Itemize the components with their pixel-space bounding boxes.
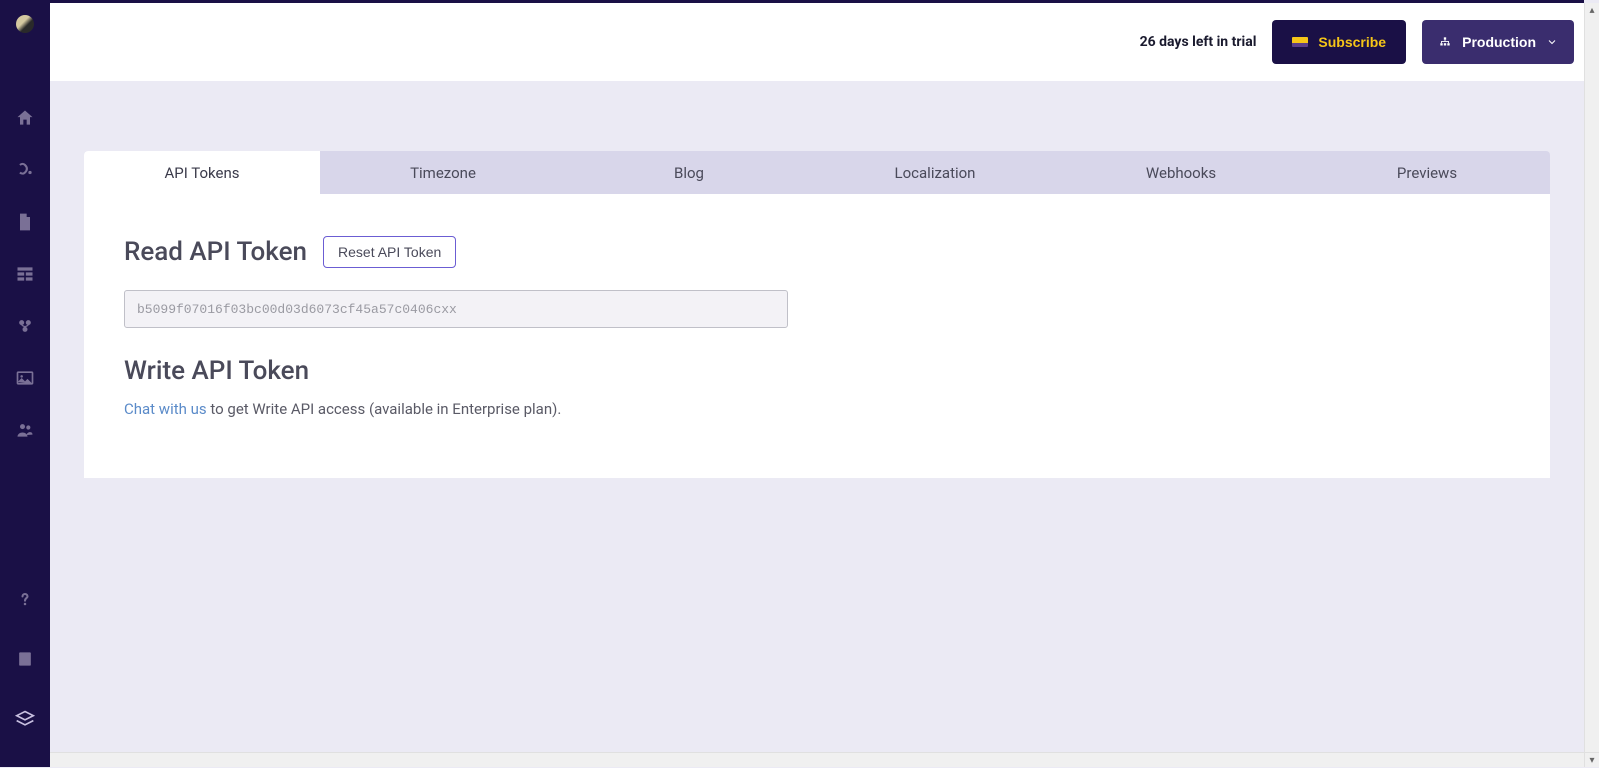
scroll-down-arrow[interactable]: ▾ <box>1585 753 1599 768</box>
chat-with-us-link[interactable]: Chat with us <box>124 400 207 418</box>
header: 26 days left in trial Subscribe Producti… <box>50 3 1584 81</box>
tab-localization[interactable]: Localization <box>812 151 1058 194</box>
stack-icon[interactable] <box>15 709 35 729</box>
content-area: API Tokens Timezone Blog Localization We… <box>50 81 1584 478</box>
horizontal-scrollbar[interactable] <box>50 752 1584 767</box>
trial-text: 26 days left in trial <box>1140 34 1257 50</box>
subscribe-label: Subscribe <box>1318 34 1386 50</box>
card-icon <box>1292 37 1308 47</box>
avatar[interactable] <box>16 15 34 33</box>
production-label: Production <box>1462 34 1536 50</box>
write-token-title: Write API Token <box>124 356 1510 386</box>
main: 26 days left in trial Subscribe Producti… <box>50 3 1584 752</box>
blog-icon[interactable] <box>15 160 35 180</box>
page-icon[interactable] <box>15 212 35 232</box>
tab-blog[interactable]: Blog <box>566 151 812 194</box>
read-api-token-input[interactable] <box>124 290 788 328</box>
help-icon[interactable] <box>15 589 35 609</box>
org-icon <box>1438 35 1452 49</box>
subscribe-button[interactable]: Subscribe <box>1272 20 1406 64</box>
write-token-suffix: to get Write API access (available in En… <box>207 400 562 418</box>
image-icon[interactable] <box>15 368 35 388</box>
sidebar <box>0 3 50 767</box>
layers-group-icon[interactable] <box>15 316 35 336</box>
reset-api-token-button[interactable]: Reset API Token <box>323 236 456 268</box>
tab-timezone[interactable]: Timezone <box>320 151 566 194</box>
scroll-up-arrow[interactable]: ▴ <box>1585 3 1599 18</box>
chevron-down-icon <box>1546 36 1558 48</box>
table-icon[interactable] <box>15 264 35 284</box>
team-icon[interactable] <box>15 420 35 440</box>
tabs: API Tokens Timezone Blog Localization We… <box>84 151 1550 194</box>
production-button[interactable]: Production <box>1422 20 1574 64</box>
sidebar-top-group <box>15 108 35 440</box>
read-token-title: Read API Token <box>124 237 307 267</box>
tab-webhooks[interactable]: Webhooks <box>1058 151 1304 194</box>
settings-panel: Read API Token Reset API Token Write API… <box>84 194 1550 478</box>
tab-api-tokens[interactable]: API Tokens <box>84 151 320 194</box>
tab-previews[interactable]: Previews <box>1304 151 1550 194</box>
write-token-description: Chat with us to get Write API access (av… <box>124 400 1510 418</box>
book-icon[interactable] <box>15 649 35 669</box>
vertical-scrollbar[interactable]: ▴ <box>1584 3 1599 752</box>
read-token-header: Read API Token Reset API Token <box>124 236 1510 268</box>
scrollbar-corner: ▾ <box>1584 752 1599 767</box>
home-icon[interactable] <box>15 108 35 128</box>
sidebar-bottom-group <box>15 589 35 729</box>
